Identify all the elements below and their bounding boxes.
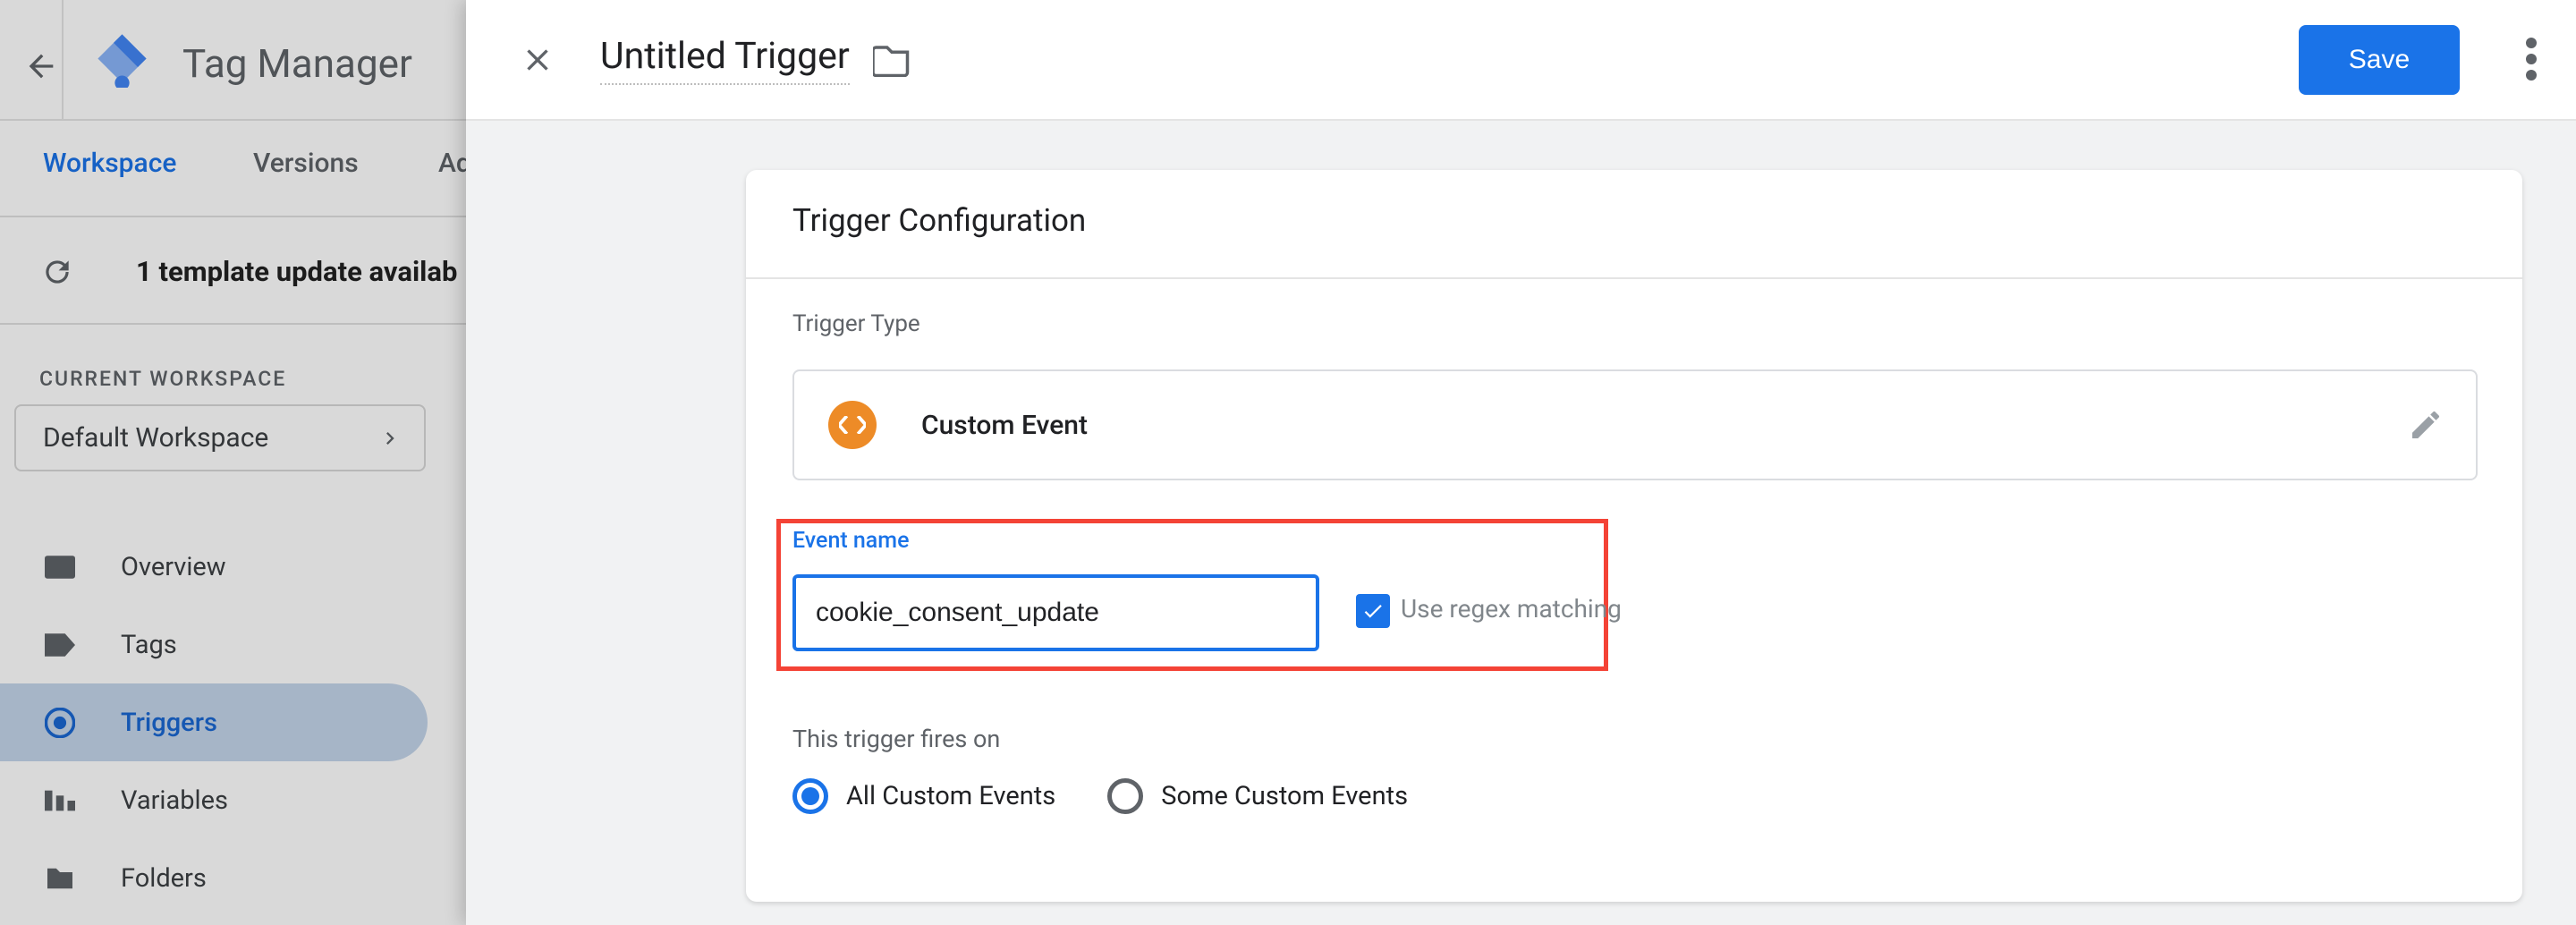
app-title: Tag Manager: [182, 40, 412, 87]
edit-pencil-icon[interactable]: [2408, 407, 2444, 443]
workspace-name: Default Workspace: [43, 422, 268, 454]
fires-on-radio-group: All Custom Events Some Custom Events: [792, 778, 1408, 814]
sidebar-item-label: Tags: [121, 630, 177, 660]
folder-icon[interactable]: [873, 43, 911, 77]
divider: [746, 277, 2522, 279]
sidebar-item-overview[interactable]: Overview: [0, 528, 429, 606]
trigger-type-selector[interactable]: Custom Event: [792, 369, 2478, 480]
trigger-editor-panel: Untitled Trigger Save Trigger Configurat…: [466, 0, 2576, 925]
radio-label: All Custom Events: [846, 781, 1055, 811]
radio-icon: [1107, 778, 1143, 814]
regex-checkbox[interactable]: [1356, 594, 1390, 628]
close-icon[interactable]: [511, 33, 564, 87]
sidebar-item-tags[interactable]: Tags: [0, 606, 429, 683]
workspace-section-label: CURRENT WORKSPACE: [39, 367, 286, 391]
panel-header: Untitled Trigger Save: [466, 0, 2576, 121]
tab-workspace[interactable]: Workspace: [43, 148, 176, 224]
trigger-config-card: Trigger Configuration Trigger Type Custo…: [746, 170, 2522, 902]
radio-all-custom-events[interactable]: All Custom Events: [792, 778, 1055, 814]
radio-some-custom-events[interactable]: Some Custom Events: [1107, 778, 1408, 814]
overview-icon: [45, 555, 94, 580]
divider: [62, 0, 64, 121]
radio-icon: [792, 778, 828, 814]
chevron-right-icon: [377, 426, 402, 451]
save-button[interactable]: Save: [2299, 25, 2460, 95]
event-name-input[interactable]: [816, 598, 1309, 628]
event-name-input-wrapper[interactable]: [792, 574, 1319, 651]
refresh-icon[interactable]: [40, 255, 74, 289]
sidebar-item-label: Variables: [121, 785, 228, 816]
custom-event-icon: [828, 401, 877, 449]
trigger-type-value: Custom Event: [921, 410, 1088, 441]
sidebar-item-folders[interactable]: Folders: [0, 839, 429, 917]
sidebar-item-label: Overview: [121, 552, 226, 582]
trigger-type-label: Trigger Type: [792, 310, 920, 337]
sidebar-item-label: Triggers: [121, 708, 217, 738]
tags-icon: [45, 632, 94, 658]
back-arrow-icon[interactable]: [20, 45, 63, 88]
variables-icon: [45, 790, 94, 811]
sidebar-item-templates[interactable]: Templates: [0, 917, 429, 925]
folders-icon: [45, 866, 94, 891]
sidebar-item-variables[interactable]: Variables: [0, 761, 429, 839]
workspace-selector[interactable]: Default Workspace: [14, 404, 426, 471]
update-banner-text: 1 template update availab: [136, 255, 457, 288]
card-title: Trigger Configuration: [792, 202, 1086, 239]
sidebar-item-label: Folders: [121, 863, 207, 894]
triggers-icon: [45, 708, 94, 738]
tab-versions[interactable]: Versions: [253, 148, 359, 218]
event-name-label: Event name: [792, 528, 909, 554]
sidebar-item-triggers[interactable]: Triggers: [0, 683, 428, 761]
fires-on-label: This trigger fires on: [792, 725, 1000, 753]
radio-label: Some Custom Events: [1161, 781, 1408, 811]
more-menu-icon[interactable]: [2526, 38, 2537, 81]
trigger-name-input[interactable]: Untitled Trigger: [600, 35, 850, 85]
gtm-logo-icon: [93, 30, 151, 88]
sidebar-nav: Overview Tags Triggers Variables Folders…: [0, 528, 429, 925]
regex-checkbox-label: Use regex matching: [1401, 594, 1622, 624]
